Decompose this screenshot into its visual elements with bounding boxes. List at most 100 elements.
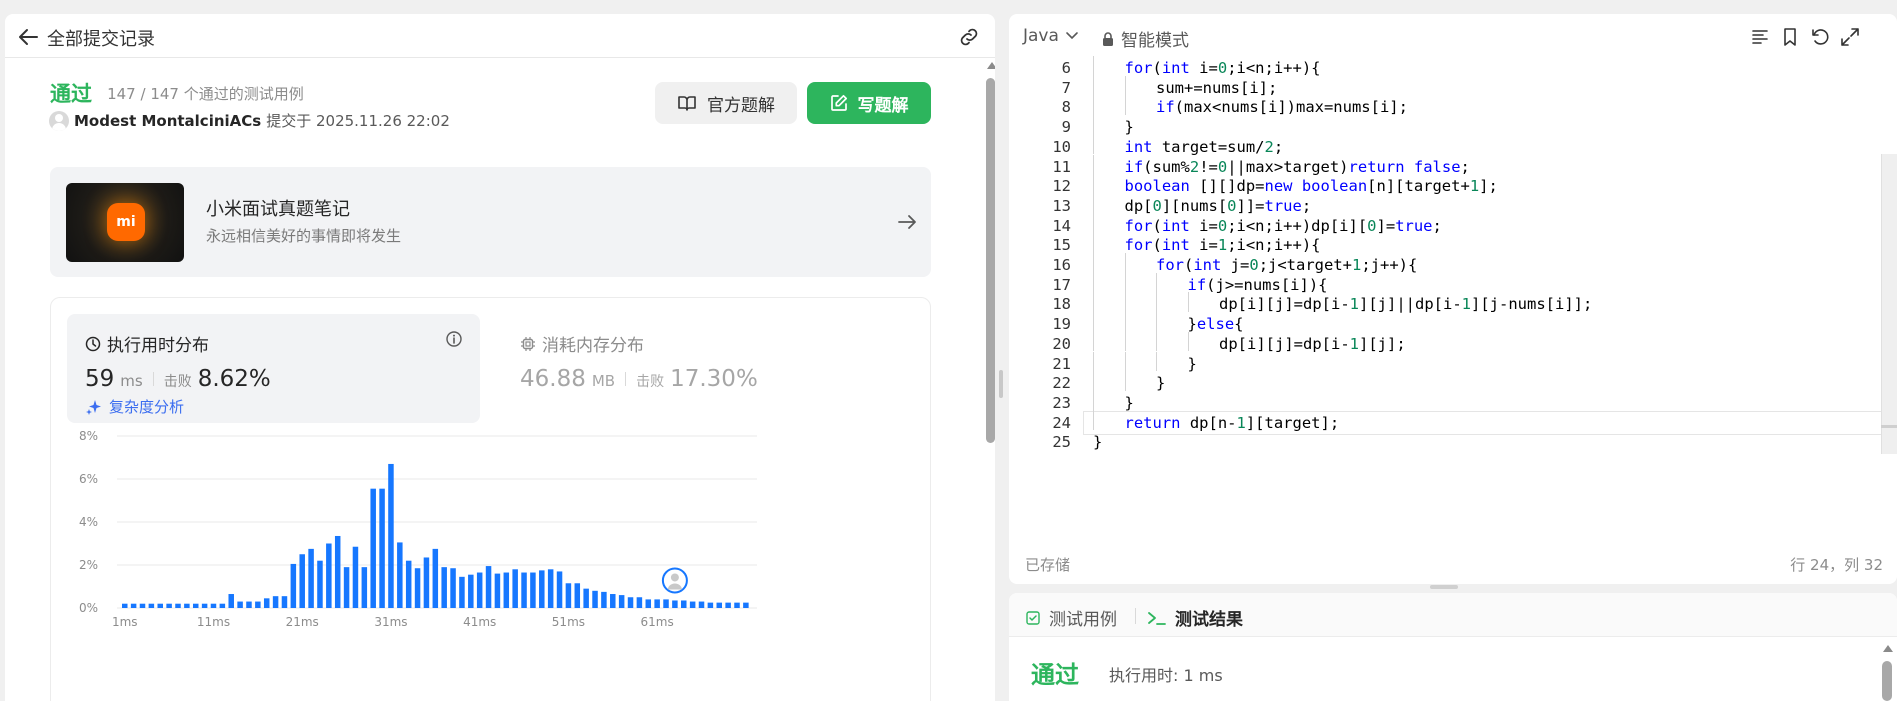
chart-bar[interactable]	[494, 573, 501, 608]
chart-bar[interactable]	[583, 588, 589, 608]
chart-bar[interactable]	[547, 569, 554, 608]
language-select[interactable]: Java	[1023, 26, 1079, 46]
info-icon[interactable]	[445, 330, 463, 348]
chart-bar[interactable]	[130, 603, 137, 608]
chart-bar[interactable]	[414, 568, 421, 608]
chart-bar[interactable]	[139, 603, 146, 608]
mode-select[interactable]: 智能模式	[1101, 26, 1189, 51]
fullscreen-icon[interactable]	[1839, 26, 1861, 48]
chart-bar[interactable]	[432, 548, 439, 608]
chart-bar[interactable]	[725, 602, 731, 608]
chart-bar[interactable]	[601, 591, 607, 608]
chart-bar[interactable]	[122, 603, 128, 608]
arrow-right-icon[interactable]	[896, 211, 918, 233]
scrollbar-thumb[interactable]	[986, 78, 995, 443]
chart-bar[interactable]	[654, 599, 660, 608]
chart-bar[interactable]	[468, 574, 474, 608]
chart-bar[interactable]	[459, 576, 465, 608]
chart-bar[interactable]	[326, 543, 332, 609]
scrollbar-thumb[interactable]	[1881, 154, 1897, 454]
chart-bar[interactable]	[192, 603, 199, 608]
chart-bar[interactable]	[521, 572, 527, 608]
chart-bar[interactable]	[175, 603, 181, 608]
bookmark-icon[interactable]	[1779, 26, 1801, 48]
chart-bar[interactable]	[734, 602, 740, 608]
chart-bar[interactable]	[263, 598, 270, 608]
chart-bar[interactable]	[539, 570, 545, 608]
chart-bar[interactable]	[361, 567, 368, 608]
chart-bar[interactable]	[255, 601, 261, 608]
left-scrollbar[interactable]	[985, 58, 995, 701]
chart-bar[interactable]	[512, 569, 518, 608]
chart-bar[interactable]	[166, 603, 172, 608]
chart-bar[interactable]	[334, 535, 341, 608]
chart-bar[interactable]	[485, 566, 492, 608]
chart-bar[interactable]	[397, 542, 403, 608]
chart-bar[interactable]	[681, 600, 687, 608]
all-submissions-link[interactable]: 全部提交记录	[47, 25, 155, 51]
chart-bar[interactable]	[716, 602, 723, 608]
chart-bar[interactable]	[388, 463, 394, 608]
tab-testcase[interactable]: 测试用例	[1025, 605, 1117, 630]
write-solution-button[interactable]: 写题解	[807, 82, 931, 124]
chart-bar[interactable]	[423, 557, 430, 608]
runtime-distribution-chart[interactable]: 0% 2% 4% 6% 8% 1ms 11ms 21ms 31ms 41ms 51ms 61ms	[67, 426, 917, 701]
chart-bar[interactable]	[317, 560, 323, 608]
chart-bar[interactable]	[503, 572, 510, 608]
chart-bar[interactable]	[689, 601, 696, 608]
chart-bar[interactable]	[565, 583, 572, 608]
scroll-up-arrow-icon[interactable]	[1883, 645, 1893, 652]
complexity-analysis-link[interactable]: 复杂度分析	[85, 396, 184, 417]
reset-icon[interactable]	[1809, 26, 1831, 48]
chart-bar[interactable]	[574, 583, 581, 608]
chart-bar[interactable]	[237, 601, 243, 608]
chart-bar[interactable]	[201, 603, 208, 608]
code-editor[interactable]: 6 for(int i=0;i<n;i++){7 sum+=nums[i]; 8 if(…	[1009, 56, 1897, 528]
official-solution-button[interactable]: 官方题解	[655, 82, 797, 124]
avatar[interactable]	[49, 110, 69, 131]
scrollbar-thumb[interactable]	[1882, 661, 1892, 701]
chart-bar[interactable]	[148, 603, 155, 608]
promo-card[interactable]: mi 小米面试真题笔记 永远相信美好的事情即将发生	[50, 167, 931, 277]
chart-bar[interactable]	[272, 596, 279, 608]
code-scrollbar[interactable]	[1877, 58, 1897, 528]
chart-bar[interactable]	[299, 554, 305, 608]
link-icon[interactable]	[957, 25, 981, 49]
chart-bar[interactable]	[636, 597, 643, 608]
chart-bar[interactable]	[352, 546, 359, 608]
chart-bar[interactable]	[450, 568, 456, 608]
chart-bar[interactable]	[672, 600, 678, 608]
chart-bar[interactable]	[184, 603, 190, 608]
chart-bar[interactable]	[157, 603, 163, 608]
submitter-name[interactable]: Modest MontalciniACs	[74, 112, 261, 130]
chart-bar[interactable]	[698, 601, 705, 608]
chart-bar[interactable]	[627, 597, 634, 608]
chart-bar[interactable]	[228, 594, 234, 608]
chart-bar[interactable]	[618, 595, 625, 608]
chart-bar[interactable]	[556, 571, 563, 608]
chart-bar[interactable]	[476, 572, 483, 608]
chart-bar[interactable]	[370, 488, 376, 608]
chart-bar[interactable]	[530, 572, 536, 608]
chart-bar[interactable]	[290, 563, 297, 608]
chart-bar[interactable]	[441, 567, 447, 608]
chart-bar[interactable]	[610, 594, 616, 608]
chart-bar[interactable]	[343, 567, 350, 608]
result-scrollbar[interactable]	[1879, 641, 1897, 701]
chart-bar[interactable]	[663, 599, 669, 608]
chart-bar[interactable]	[405, 560, 412, 608]
panel-resize-handle[interactable]	[999, 370, 1003, 398]
chart-bar[interactable]	[743, 602, 749, 608]
tab-result[interactable]: 测试结果	[1147, 605, 1243, 630]
format-icon[interactable]	[1749, 26, 1771, 48]
code-line[interactable]: 25}	[1009, 430, 1897, 454]
chart-bar[interactable]	[645, 599, 652, 608]
scroll-up-arrow-icon[interactable]	[987, 62, 995, 69]
chart-bar[interactable]	[308, 548, 314, 608]
editor-resize-handle[interactable]	[1430, 585, 1458, 589]
chart-bar[interactable]	[592, 590, 598, 608]
chart-bar[interactable]	[281, 596, 288, 608]
chart-bar[interactable]	[707, 602, 714, 608]
chart-bar[interactable]	[219, 603, 226, 608]
chart-bar[interactable]	[246, 601, 252, 608]
